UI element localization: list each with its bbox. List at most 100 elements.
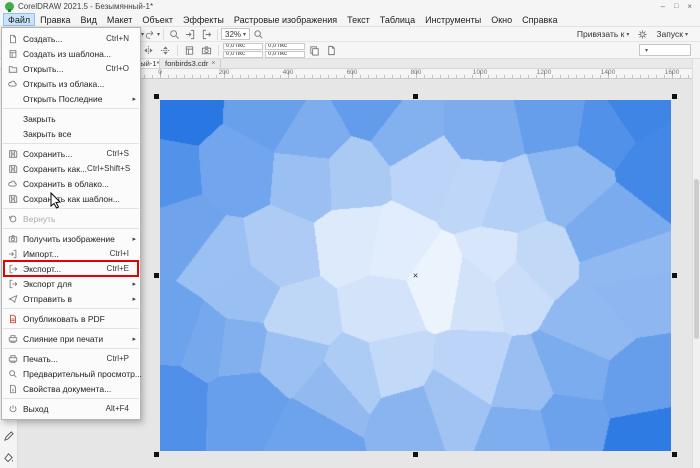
menu-item-close[interactable]: Закрыть xyxy=(2,111,140,126)
selection-handle[interactable] xyxy=(672,273,677,278)
menu-item-save-as[interactable]: Сохранить как...Ctrl+Shift+S xyxy=(2,161,140,176)
selection-handle[interactable] xyxy=(154,452,159,457)
selection-handle[interactable] xyxy=(154,94,159,99)
menu-separator xyxy=(3,398,139,399)
tab-close-icon[interactable]: × xyxy=(211,60,215,67)
menu-item-document-properties[interactable]: Свойства документа... xyxy=(2,381,140,396)
menu-item-open-recent[interactable]: Открыть Последние▸ xyxy=(2,91,140,106)
fill-tool-icon[interactable] xyxy=(0,447,17,468)
chevron-down-icon: ▾ xyxy=(645,47,648,54)
menu-item-print-merge[interactable]: Слияние при печати▸ xyxy=(2,331,140,346)
selection-handle[interactable] xyxy=(413,94,418,99)
menu-item-export[interactable]: Экспорт...Ctrl+E xyxy=(2,261,140,276)
px-fields-right xyxy=(265,43,305,58)
chevron-down-icon: ▾ xyxy=(685,31,688,38)
menu-separator xyxy=(3,328,139,329)
menu-item-new-from-template[interactable]: Создать из шаблона... xyxy=(2,46,140,61)
bitmap-option-icon[interactable] xyxy=(307,44,322,57)
title-bar: CorelDRAW 2021.5 - Безымянный-1* – □ × xyxy=(0,0,700,13)
menu-item-import[interactable]: Импорт...Ctrl+I xyxy=(2,246,140,261)
submenu-arrow-icon: ▸ xyxy=(129,95,136,103)
selected-bitmap[interactable]: × xyxy=(160,100,671,451)
redo-icon[interactable]: ▾ xyxy=(145,28,160,41)
new-document-icon xyxy=(2,34,23,44)
selection-handle[interactable] xyxy=(154,273,159,278)
submenu-arrow-icon: ▸ xyxy=(129,235,136,243)
toolbar-separator xyxy=(218,45,219,56)
selection-handle[interactable] xyxy=(413,452,418,457)
px-field-2[interactable] xyxy=(223,51,263,58)
selection-center-marker: × xyxy=(413,270,418,280)
submenu-arrow-icon: ▸ xyxy=(129,335,136,343)
menu-tools[interactable]: Инструменты xyxy=(420,13,486,26)
snap-to-dropdown[interactable]: Привязать к▾ xyxy=(574,28,632,41)
exit-icon xyxy=(2,404,23,414)
toolbar-separator xyxy=(217,29,218,40)
bitmap-option-icon[interactable] xyxy=(324,44,339,57)
menu-item-save[interactable]: Сохранить...Ctrl+S xyxy=(2,146,140,161)
import-icon[interactable] xyxy=(183,28,198,41)
px-field-3[interactable] xyxy=(265,43,305,50)
menu-bitmaps[interactable]: Растровые изображения xyxy=(229,13,342,26)
close-icon[interactable]: × xyxy=(687,3,692,11)
menu-item-save-as-template[interactable]: Сохранить как шаблон... xyxy=(2,191,140,206)
save-as-icon xyxy=(2,164,23,174)
file-menu-panel: Создать...Ctrl+N Создать из шаблона... О… xyxy=(1,27,141,420)
menu-layout[interactable]: Макет xyxy=(102,13,137,26)
menu-file[interactable]: Файл xyxy=(3,13,35,26)
menu-item-send-to[interactable]: Отправить в▸ xyxy=(2,291,140,306)
toolbar-separator xyxy=(163,29,164,40)
menu-help[interactable]: Справка xyxy=(517,13,562,26)
menu-window[interactable]: Окно xyxy=(486,13,517,26)
search-icon[interactable] xyxy=(167,28,182,41)
trace-bitmap-icon[interactable] xyxy=(199,44,214,57)
options-gear-icon[interactable] xyxy=(635,28,650,41)
send-to-icon xyxy=(2,294,23,304)
menu-item-close-all[interactable]: Закрыть все xyxy=(2,126,140,141)
scrollbar-thumb[interactable] xyxy=(694,179,699,339)
menu-text[interactable]: Текст xyxy=(342,13,375,26)
window-controls: – □ × xyxy=(661,3,695,11)
menu-item-publish-to-pdf[interactable]: Опубликовать в PDF xyxy=(2,311,140,326)
menu-edit[interactable]: Правка xyxy=(35,13,75,26)
selection-handle[interactable] xyxy=(672,94,677,99)
edit-bitmap-icon[interactable] xyxy=(182,44,197,57)
menu-item-print-preview[interactable]: Предварительный просмотр... xyxy=(2,366,140,381)
menu-view[interactable]: Вид xyxy=(76,13,102,26)
selection-handle[interactable] xyxy=(672,452,677,457)
window-title: CorelDRAW 2021.5 - Безымянный-1* xyxy=(18,2,153,11)
vertical-scrollbar[interactable] xyxy=(692,59,700,468)
menu-object[interactable]: Объект xyxy=(137,13,178,26)
mirror-vertical-icon[interactable] xyxy=(158,44,173,57)
zoom-level-combo[interactable]: 32%▾ xyxy=(221,28,250,40)
menu-item-open[interactable]: Открыть...Ctrl+O xyxy=(2,61,140,76)
minimize-icon[interactable]: – xyxy=(661,3,665,11)
print-preview-icon xyxy=(2,369,23,379)
maximize-icon[interactable]: □ xyxy=(674,3,678,11)
menu-item-open-from-cloud[interactable]: Открыть из облака... xyxy=(2,76,140,91)
menu-table[interactable]: Таблица xyxy=(375,13,420,26)
fullscreen-preview-icon[interactable] xyxy=(251,28,266,41)
tab-fonbirds3[interactable]: fonbirds3.cdr× xyxy=(160,59,221,68)
menu-item-acquire-image[interactable]: Получить изображение▸ xyxy=(2,231,140,246)
menu-item-exit[interactable]: ВыходAlt+F4 xyxy=(2,401,140,416)
menu-item-new[interactable]: Создать...Ctrl+N xyxy=(2,31,140,46)
outline-pen-tool-icon[interactable] xyxy=(0,426,17,447)
menu-item-print[interactable]: Печать...Ctrl+P xyxy=(2,351,140,366)
open-folder-icon xyxy=(2,64,23,74)
menu-item-save-to-cloud[interactable]: Сохранить в облако... xyxy=(2,176,140,191)
menu-separator xyxy=(3,108,139,109)
menu-separator xyxy=(3,208,139,209)
mirror-horizontal-icon[interactable] xyxy=(141,44,156,57)
chevron-down-icon: ▾ xyxy=(243,31,246,38)
launch-dropdown[interactable]: Запуск▾ xyxy=(653,28,691,41)
print-icon xyxy=(2,354,23,364)
menu-separator xyxy=(3,143,139,144)
menu-effects[interactable]: Эффекты xyxy=(178,13,229,26)
export-icon[interactable] xyxy=(199,28,214,41)
px-field-1[interactable] xyxy=(223,43,263,50)
acquire-image-icon xyxy=(2,234,23,244)
menu-item-export-for[interactable]: Экспорт для▸ xyxy=(2,276,140,291)
px-field-4[interactable] xyxy=(265,51,305,58)
style-combo[interactable]: ▾ xyxy=(639,44,691,56)
